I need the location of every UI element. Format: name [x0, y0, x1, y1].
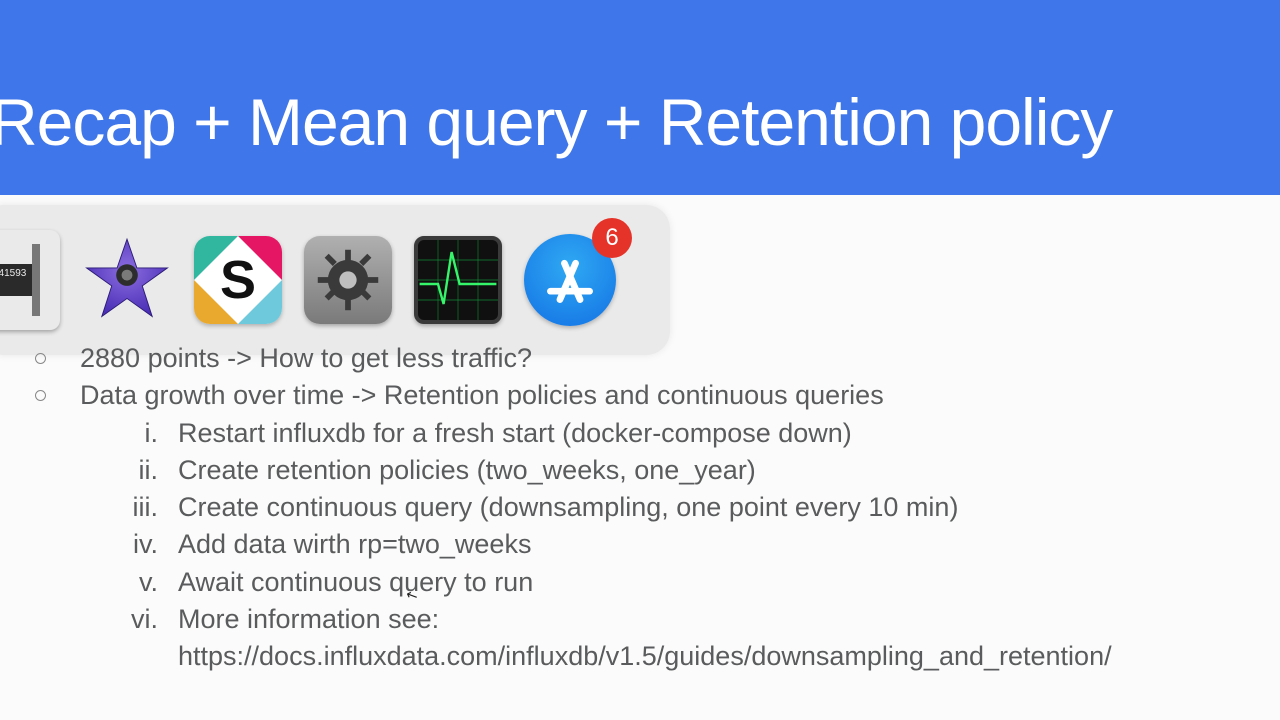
gear-icon	[312, 244, 384, 316]
list-numeral: v.	[100, 564, 178, 601]
list-url: https://docs.influxdata.com/influxdb/v1.…	[178, 638, 1280, 675]
slide-title: Recap + Mean query + Retention policy	[0, 84, 1112, 160]
slide-body: 2880 points -> How to get less traffic? …	[0, 334, 1280, 675]
star-icon	[82, 223, 172, 338]
list-text: Create retention policies (two_weeks, on…	[178, 452, 1280, 489]
system-preferences-app-icon[interactable]	[304, 236, 392, 324]
appstore-a-icon	[542, 252, 598, 308]
pulse-icon	[418, 240, 498, 320]
dock: 3.141593 S	[0, 205, 670, 355]
bullet-item: Data growth over time -> Retention polic…	[0, 377, 1280, 414]
list-numeral: iv.	[100, 526, 178, 563]
list-numeral: vi.	[100, 601, 178, 638]
slack-app-icon[interactable]: S	[194, 236, 282, 324]
bullet-icon	[35, 353, 46, 364]
list-text: Create continuous query (downsampling, o…	[178, 489, 1280, 526]
list-item: iv. Add data wirth rp=two_weeks	[0, 526, 1280, 563]
activity-monitor-app-icon[interactable]	[414, 236, 502, 324]
imovie-app-icon[interactable]	[82, 235, 172, 325]
calculator-display: 3.141593	[0, 264, 32, 296]
list-item: v. Await continuous query to run	[0, 564, 1280, 601]
list-text: More information see:	[178, 601, 1280, 638]
list-item-continuation: https://docs.influxdata.com/influxdb/v1.…	[0, 638, 1280, 675]
bullet-text: Data growth over time -> Retention polic…	[80, 377, 1280, 414]
list-item: vi. More information see:	[0, 601, 1280, 638]
list-text: Await continuous query to run	[178, 564, 1280, 601]
list-item: i. Restart influxdb for a fresh start (d…	[0, 415, 1280, 452]
list-item: ii. Create retention policies (two_weeks…	[0, 452, 1280, 489]
notification-badge: 6	[592, 218, 632, 258]
slack-letter: S	[194, 236, 282, 324]
calculator-app-icon[interactable]: 3.141593	[0, 230, 60, 330]
bullet-text: 2880 points -> How to get less traffic?	[80, 340, 1280, 377]
bullet-icon	[35, 390, 46, 401]
app-store-app-icon[interactable]: 6	[524, 234, 616, 326]
list-item: iii. Create continuous query (downsampli…	[0, 489, 1280, 526]
list-numeral: ii.	[100, 452, 178, 489]
list-numeral: i.	[100, 415, 178, 452]
list-text: Restart influxdb for a fresh start (dock…	[178, 415, 1280, 452]
calculator-keys	[32, 244, 40, 316]
bullet-item: 2880 points -> How to get less traffic?	[0, 340, 1280, 377]
list-text: Add data wirth rp=two_weeks	[178, 526, 1280, 563]
list-numeral: iii.	[100, 489, 178, 526]
title-bar: Recap + Mean query + Retention policy	[0, 0, 1280, 195]
